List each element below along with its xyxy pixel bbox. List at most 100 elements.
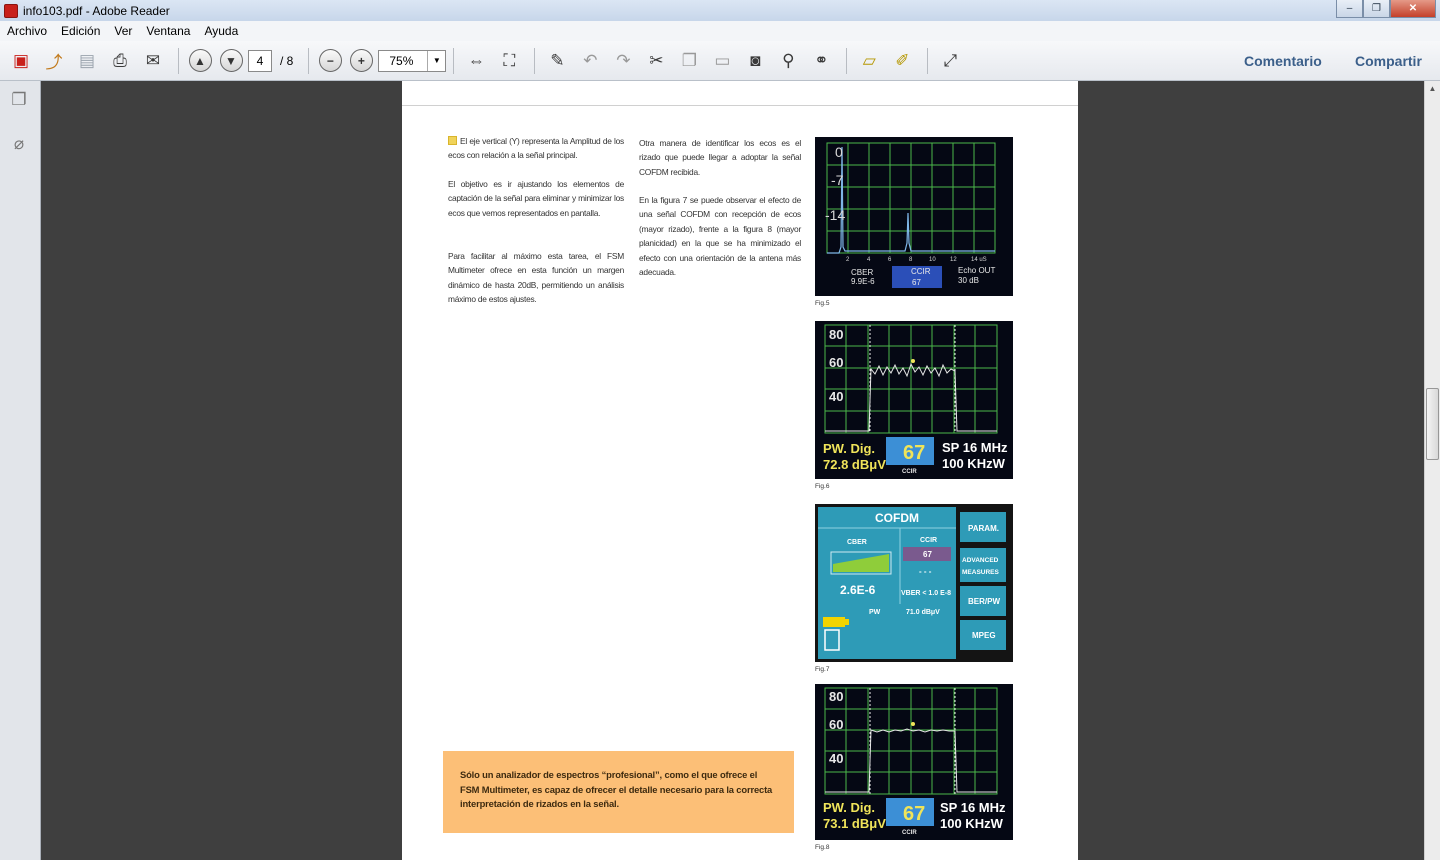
- scroll-up-icon[interactable]: ▲: [1425, 81, 1440, 96]
- spectrum-screen: 80 60 40 PW. Dig. 73.1 dBμV 67 CCIR SP 1…: [815, 684, 1013, 840]
- pdf-app-icon: [4, 3, 18, 18]
- cut-icon[interactable]: ✂: [641, 46, 671, 76]
- navigation-pane: ❐ ⌀: [0, 81, 41, 860]
- zoom-select[interactable]: 75% ▼: [378, 49, 447, 72]
- paragraph: El eje vertical (Y) representa la Amplit…: [448, 136, 624, 161]
- paragraph: El objetivo es ir ajustando los elemento…: [448, 179, 624, 218]
- x-tick: 10: [929, 257, 936, 263]
- expand-icon[interactable]: ⤢: [935, 46, 965, 76]
- attachments-paperclip-icon[interactable]: ⌀: [8, 133, 30, 155]
- rbw-value: 100 KHzW: [940, 816, 1004, 831]
- figure-5: 0 -7 -14 2 4 6 8 10 12 14 uS CBER 9.9E-6…: [815, 137, 1013, 307]
- menu-ayuda[interactable]: Ayuda: [197, 24, 245, 38]
- figure-caption: Fig.7: [815, 666, 830, 673]
- x-tick: 12: [950, 257, 957, 263]
- span-value: SP 16 MHz: [942, 440, 1008, 455]
- scroll-thumb[interactable]: [1426, 388, 1439, 460]
- zoom-in-icon[interactable]: +: [347, 47, 375, 75]
- figure-caption: Fig.8: [815, 844, 830, 851]
- ccir-label: CCIR: [902, 830, 917, 836]
- toolbar-separator: [178, 47, 179, 74]
- figure-6: 80 60 40 PW. Dig. 72.8 dBμV 67 CCIR SP 1…: [815, 321, 1013, 490]
- pages-panel-icon[interactable]: ❐: [8, 89, 30, 111]
- ccir-label: CCIR: [920, 537, 937, 544]
- page-top-rule: [402, 105, 1078, 106]
- search-icon[interactable]: ⚲: [773, 46, 803, 76]
- highlight-icon[interactable]: ✐: [887, 46, 917, 76]
- vertical-scrollbar[interactable]: ▲: [1424, 81, 1440, 860]
- redo-icon[interactable]: ↷: [608, 46, 638, 76]
- paste-icon[interactable]: ▭: [707, 46, 737, 76]
- snapshot-icon[interactable]: ◙: [740, 46, 770, 76]
- copy-icon[interactable]: ❐: [674, 46, 704, 76]
- paragraph: Para facilitar al máximo esta tarea, el …: [448, 251, 624, 305]
- callout-text: Sólo un analizador de espectros “profesi…: [460, 769, 773, 809]
- callout-box: Sólo un analizador de espectros “profesi…: [443, 751, 794, 833]
- maximize-button[interactable]: ❐: [1363, 0, 1390, 18]
- pw-value: 72.8 dBμV: [823, 457, 886, 472]
- pw-label: PW. Dig.: [823, 441, 875, 456]
- open-icon[interactable]: ⤴: [39, 46, 69, 76]
- paragraph: En la figura 7 se puede observar el efec…: [639, 195, 801, 278]
- save-icon[interactable]: ▤: [72, 46, 102, 76]
- echo-value: 30 dB: [958, 276, 979, 285]
- y-tick: 80: [829, 327, 843, 342]
- sticky-note-icon[interactable]: ▱: [854, 46, 884, 76]
- span-value: SP 16 MHz: [940, 800, 1006, 815]
- echo-screen: 0 -7 -14 2 4 6 8 10 12 14 uS CBER 9.9E-6…: [815, 137, 1013, 296]
- find-binoculars-icon[interactable]: ⚭: [806, 46, 836, 76]
- menu-archivo[interactable]: Archivo: [0, 24, 54, 38]
- print-icon[interactable]: ⎙: [105, 46, 135, 76]
- zoom-value: 75%: [389, 53, 414, 68]
- cber-value: 9.9E-6: [851, 277, 875, 286]
- minimize-button[interactable]: –: [1336, 0, 1363, 18]
- pdf-page: El eje vertical (Y) representa la Amplit…: [402, 81, 1078, 860]
- page-number-input[interactable]: 4: [248, 49, 272, 72]
- share-panel-button[interactable]: Compartir: [1355, 41, 1422, 81]
- toolbar-separator: [308, 47, 310, 74]
- spellcheck-icon[interactable]: ✎: [542, 46, 572, 76]
- figure-caption: Fig.5: [815, 300, 830, 307]
- y-tick: 60: [829, 717, 843, 732]
- create-pdf-icon[interactable]: ▣: [6, 46, 36, 76]
- zoom-out-icon[interactable]: −: [316, 47, 344, 75]
- close-button[interactable]: ✕: [1390, 0, 1436, 18]
- pw-label: PW: [869, 609, 881, 616]
- advanced-measures-button: ADVANCED: [962, 557, 999, 564]
- chevron-down-icon[interactable]: ▼: [427, 50, 445, 71]
- y-tick: 40: [829, 751, 843, 766]
- y-tick: -14: [825, 207, 845, 223]
- fit-width-icon[interactable]: ⇔: [461, 46, 491, 76]
- menu-bar: Archivo Edición Ver Ventana Ayuda: [0, 21, 1440, 41]
- mpeg-button: MPEG: [972, 631, 996, 640]
- ccir-value: 67: [903, 442, 925, 464]
- ccir-label: CCIR: [902, 469, 917, 475]
- paragraph: Otra manera de identificar los ecos es e…: [639, 138, 801, 177]
- cofdm-title: COFDM: [875, 511, 919, 525]
- cber-value: 2.6E-6: [840, 583, 876, 597]
- toolbar: ▣ ⤴ ▤ ⎙ ✉ ▲ ▼ 4 / 8 − + 75% ▼ ⇔ ⛶ ✎ ↶ ↷ …: [0, 41, 1440, 81]
- ccir-dots: - - -: [919, 567, 932, 576]
- echo-label: Echo OUT: [958, 266, 995, 275]
- document-area[interactable]: El eje vertical (Y) representa la Amplit…: [41, 81, 1424, 860]
- ccir-value: 67: [923, 550, 932, 559]
- x-tick: 14 uS: [971, 257, 987, 263]
- toolbar-separator: [846, 47, 848, 74]
- y-tick: 60: [829, 355, 843, 370]
- fit-page-icon[interactable]: ⛶: [494, 46, 524, 76]
- previous-page-icon[interactable]: ▲: [186, 47, 214, 75]
- menu-edicion[interactable]: Edición: [54, 24, 107, 38]
- toolbar-separator: [927, 47, 929, 74]
- menu-ventana[interactable]: Ventana: [139, 24, 197, 38]
- spectrum-screen: 80 60 40 PW. Dig. 72.8 dBμV 67 CCIR SP 1…: [815, 321, 1013, 479]
- ber-pw-button: BER/PW: [968, 597, 1000, 606]
- cber-label: CBER: [847, 539, 867, 546]
- email-icon[interactable]: ✉: [138, 46, 168, 76]
- undo-icon[interactable]: ↶: [575, 46, 605, 76]
- pw-value: 71.0 dBμV: [906, 609, 940, 616]
- figure-8: 80 60 40 PW. Dig. 73.1 dBμV 67 CCIR SP 1…: [815, 684, 1013, 851]
- menu-ver[interactable]: Ver: [107, 24, 139, 38]
- comment-panel-button[interactable]: Comentario: [1244, 41, 1322, 81]
- next-page-icon[interactable]: ▼: [217, 47, 245, 75]
- page-total: / 8: [280, 53, 294, 68]
